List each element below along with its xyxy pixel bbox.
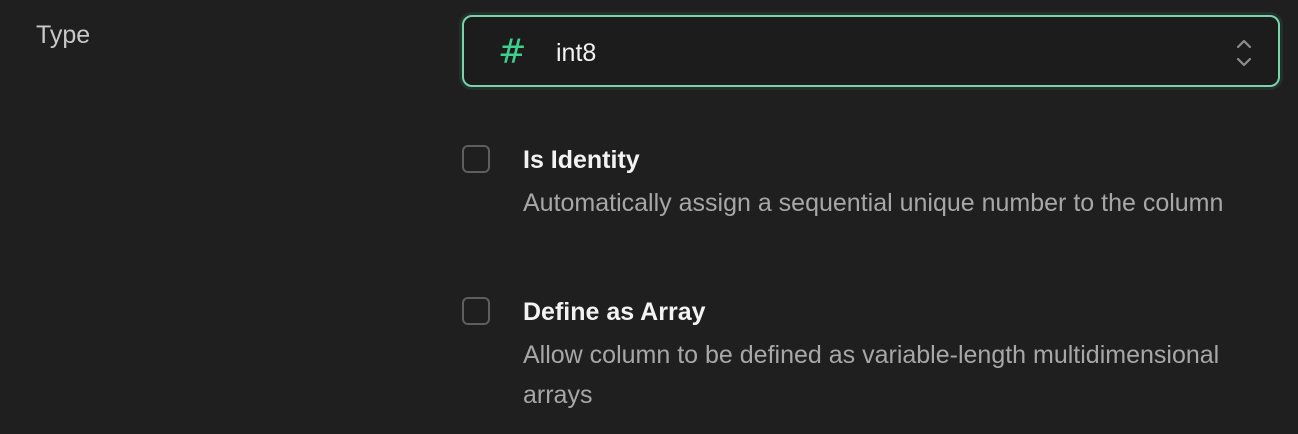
type-select[interactable]: # int8 (462, 15, 1280, 87)
define-as-array-option[interactable]: Define as Array Allow column to be defin… (462, 297, 1262, 409)
is-identity-option[interactable]: Is Identity Automatically assign a seque… (462, 145, 1262, 257)
type-field-label: Type (36, 21, 91, 49)
define-as-array-title: Define as Array (523, 298, 706, 326)
define-as-array-checkbox[interactable] (462, 297, 490, 325)
define-as-array-description: Allow column to be defined as variable-l… (523, 341, 1220, 409)
is-identity-description: Automatically assign a sequential unique… (523, 189, 1224, 217)
chevron-up-down-icon (1234, 36, 1254, 70)
type-select-value: int8 (556, 39, 597, 67)
is-identity-checkbox[interactable] (462, 145, 490, 173)
column-type-settings: Type # int8 Is Identity Automatically as… (0, 0, 1298, 434)
is-identity-title: Is Identity (523, 146, 640, 174)
hash-icon: # (498, 32, 527, 72)
